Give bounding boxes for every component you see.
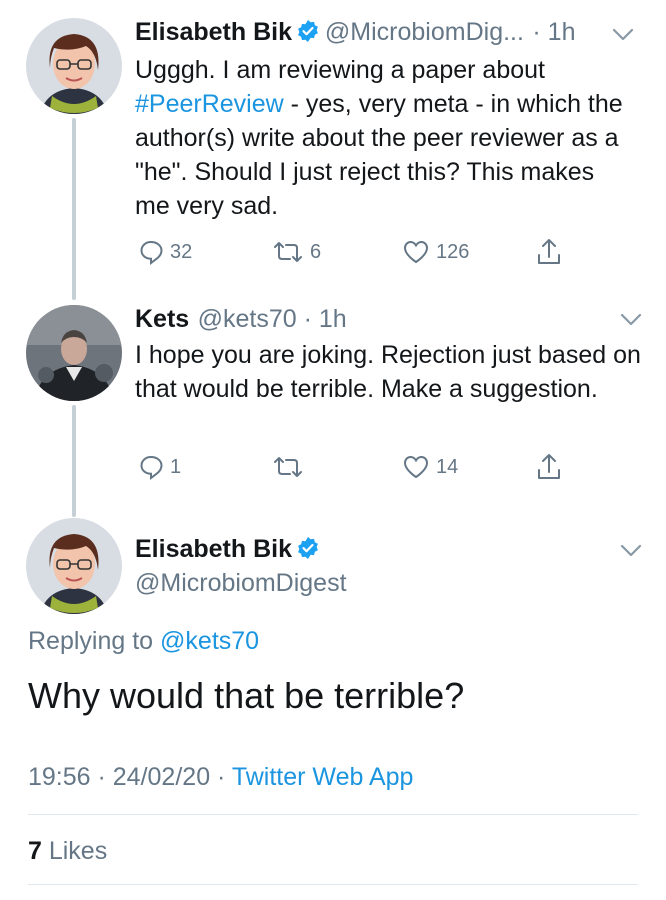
tweet1-handle[interactable]: @MicrobiomDig...: [325, 18, 524, 46]
hashtag-link[interactable]: #PeerReview: [135, 90, 284, 118]
share-icon: [538, 454, 560, 479]
tweet2-reply-button[interactable]: 1: [138, 454, 181, 480]
reply-icon: [140, 455, 163, 480]
tweet1-retweet-button[interactable]: 6: [272, 239, 321, 265]
share-icon: [538, 239, 560, 264]
main-tweet-author[interactable]: Elisabeth Bik: [135, 535, 320, 564]
tweet2-author-name[interactable]: Kets: [135, 305, 189, 333]
reply-icon: [140, 240, 163, 265]
tweet1-share-button[interactable]: [536, 237, 562, 267]
chevron-down-icon[interactable]: [620, 544, 642, 558]
avatar-elisabeth-bik-1[interactable]: [26, 18, 122, 114]
tweet2-like-count: 14: [436, 455, 459, 478]
tweet1-like-button[interactable]: 126: [402, 239, 469, 265]
tweet2-text: I hope you are joking. Rejection just ba…: [135, 341, 641, 403]
likes-summary[interactable]: 7 Likes: [28, 837, 107, 866]
main-tweet-timestamp[interactable]: 19:56 · 24/02/20 ·: [28, 763, 232, 791]
tweet1-time[interactable]: · 1h: [532, 18, 575, 46]
replying-to: Replying to @kets70: [28, 627, 259, 656]
tweet1-reply-count: 32: [170, 240, 193, 263]
replying-to-label: Replying to: [28, 627, 161, 655]
heart-icon: [403, 455, 429, 479]
tweet2-retweet-button[interactable]: [272, 454, 310, 480]
avatar-elisabeth-bik-2[interactable]: [26, 518, 122, 614]
tweet1-like-count: 126: [436, 240, 470, 263]
verified-badge-icon: [298, 537, 319, 559]
verified-badge-icon: [298, 20, 319, 42]
tweet2-like-button[interactable]: 14: [402, 454, 458, 480]
heart-icon: [403, 240, 429, 264]
tweet1-reply-button[interactable]: 32: [138, 239, 192, 265]
tweet2-reply-count: 1: [170, 455, 182, 478]
main-tweet-text: Why would that be terrible?: [28, 675, 465, 716]
tweet2-handle[interactable]: @kets70 · 1h: [198, 305, 347, 333]
likes-count: 7: [28, 837, 42, 865]
chevron-down-icon[interactable]: [620, 313, 642, 327]
tweet1-author-name[interactable]: Elisabeth Bik: [135, 18, 292, 46]
tweet1-header: Elisabeth Bik @MicrobiomDig... · 1h: [135, 18, 635, 50]
tweet2-header: Kets @kets70 · 1h: [135, 305, 615, 337]
tweet1-text: Ugggh. I am reviewing a paper about #Pee…: [135, 53, 635, 223]
retweet-icon: [274, 457, 302, 477]
replying-to-handle[interactable]: @kets70: [160, 627, 259, 655]
chevron-down-icon[interactable]: [612, 28, 634, 42]
avatar-kets[interactable]: [26, 305, 122, 401]
main-tweet-meta: 19:56 · 24/02/20 · Twitter Web App: [28, 763, 413, 792]
main-tweet-handle[interactable]: @MicrobiomDigest: [135, 569, 347, 598]
retweet-icon: [274, 242, 302, 262]
main-tweet-source[interactable]: Twitter Web App: [232, 763, 414, 791]
thread-line-1: [72, 118, 76, 300]
main-tweet-author-name[interactable]: Elisabeth Bik: [135, 535, 292, 563]
thread-line-2: [72, 405, 76, 517]
tweet1-retweet-count: 6: [310, 240, 322, 263]
likes-label: Likes: [41, 837, 108, 865]
divider-top: [28, 814, 638, 815]
divider-bottom: [28, 884, 638, 885]
tweet2-share-button[interactable]: [536, 452, 562, 482]
tweet1-text-before: Ugggh. I am reviewing a paper about: [135, 56, 545, 84]
